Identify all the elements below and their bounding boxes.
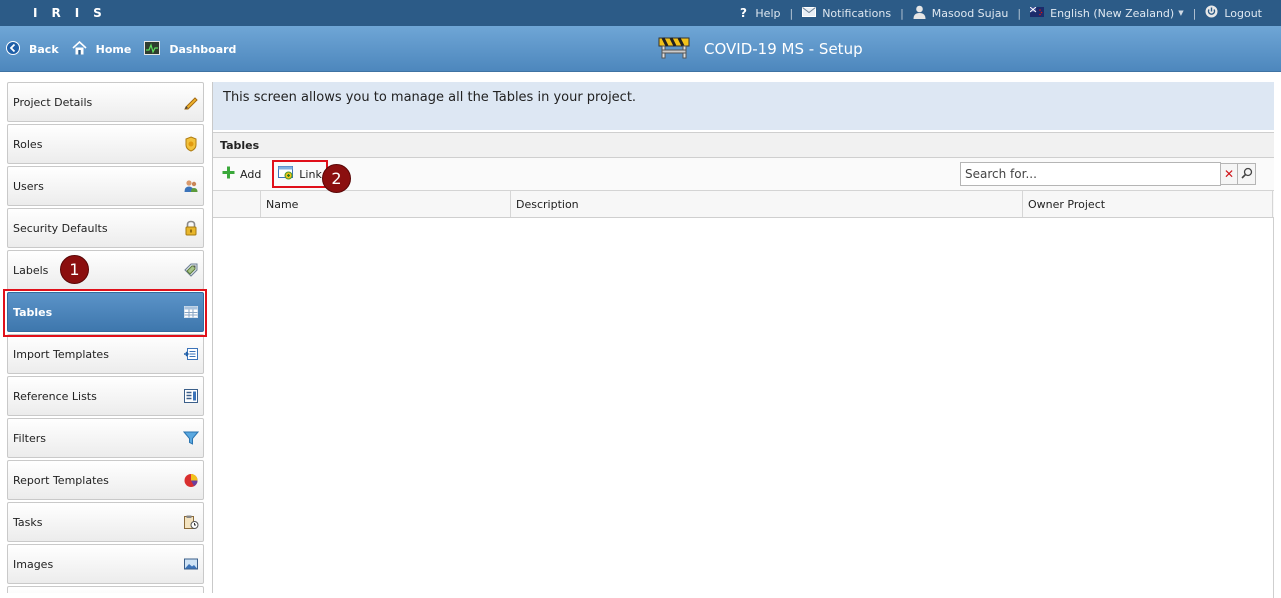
tables-grid [213, 218, 1274, 598]
sidebar-item-label: Labels [13, 263, 49, 277]
sidebar-item-label: Tables [13, 305, 53, 319]
language-select[interactable]: English (New Zealand) ▼ [1021, 6, 1192, 20]
column-description[interactable]: Description [511, 191, 1023, 217]
sidebar-item-label: Import Templates [13, 347, 109, 361]
info-banner: This screen allows you to manage all the… [213, 82, 1274, 130]
search-button[interactable] [1238, 163, 1256, 185]
add-label: Add [240, 167, 262, 181]
sidebar-item-security-defaults[interactable]: Security Defaults [7, 208, 204, 248]
dashboard-label: Dashboard [169, 42, 237, 56]
sidebar-item-reference-lists[interactable]: Reference Lists [7, 376, 204, 416]
header-bar: Back Home Dashboard COVID-19 MS - Setup [0, 26, 1281, 72]
home-icon [72, 40, 87, 58]
logout-link[interactable]: Logout [1196, 5, 1271, 21]
sidebar-item-label: Report Templates [13, 473, 109, 487]
table-header: Name Description Owner Project [213, 191, 1274, 218]
annotation-badge-1: 1 [60, 255, 89, 284]
tables-toolbar: Add Link ✕ [213, 158, 1274, 191]
sidebar-item-label: Tasks [13, 515, 43, 529]
back-button[interactable]: Back [6, 40, 59, 58]
sidebar-item-tasks[interactable]: Tasks [7, 502, 204, 542]
image-icon [183, 556, 199, 572]
sidebar-item-label: Filters [13, 431, 46, 445]
sidebar-item-label: Images [13, 557, 54, 571]
sidebar-item-label: Reference Lists [13, 389, 97, 403]
sidebar-item-roles[interactable]: Roles [7, 124, 204, 164]
back-arrow-icon [6, 40, 20, 58]
svg-text:?: ? [740, 6, 747, 18]
column-owner-project[interactable]: Owner Project [1023, 191, 1273, 217]
panel-title: Tables [213, 132, 1274, 158]
notifications-link[interactable]: Notifications [793, 6, 900, 20]
sidebar-item-label: Project Details [13, 95, 93, 109]
funnel-icon [182, 430, 200, 446]
user-menu[interactable]: Masood Sujau [904, 5, 1018, 22]
search-bar: ✕ [960, 162, 1256, 186]
power-icon [1205, 5, 1218, 21]
sidebar-item-more[interactable] [7, 586, 204, 593]
main-content: This screen allows you to manage all the… [212, 82, 1274, 598]
sidebar-item-label: Security Defaults [13, 221, 108, 235]
dashboard-icon [144, 40, 161, 58]
logout-label: Logout [1224, 6, 1262, 20]
help-link[interactable]: ? Help [730, 6, 789, 21]
setup-sidebar: Project Details Roles Users Security Def… [7, 82, 204, 593]
page-title: COVID-19 MS - Setup [658, 26, 863, 72]
sidebar-item-users[interactable]: Users [7, 166, 204, 206]
home-button[interactable]: Home [72, 40, 132, 58]
link-label: Link [299, 167, 322, 181]
link-button[interactable]: Link [272, 160, 328, 188]
sidebar-item-import-templates[interactable]: Import Templates [7, 334, 204, 374]
chevron-down-icon: ▼ [1178, 9, 1184, 17]
table-icon [183, 304, 199, 320]
sidebar-item-project-details[interactable]: Project Details [7, 82, 204, 122]
dashboard-button[interactable]: Dashboard [144, 40, 237, 58]
import-icon [183, 346, 199, 362]
reference-list-icon [183, 388, 199, 404]
user-icon [913, 5, 926, 22]
clear-search-button[interactable]: ✕ [1221, 163, 1238, 185]
user-name: Masood Sujau [931, 6, 1009, 20]
sidebar-item-label: Roles [13, 137, 43, 151]
column-name[interactable]: Name [261, 191, 511, 217]
app-logo: IRIS [33, 6, 116, 20]
header-nav: Back Home Dashboard [6, 26, 249, 72]
annotation-badge-2: 2 [322, 164, 351, 193]
lock-icon [183, 220, 199, 236]
sidebar-item-filters[interactable]: Filters [7, 418, 204, 458]
users-icon [183, 178, 199, 194]
sidebar-item-images[interactable]: Images [7, 544, 204, 584]
clipboard-clock-icon [183, 514, 199, 530]
home-label: Home [95, 42, 132, 56]
construction-barrier-icon [658, 35, 690, 63]
column-select [213, 191, 261, 217]
page-title-text: COVID-19 MS - Setup [704, 40, 863, 58]
question-icon: ? [739, 6, 749, 21]
top-bar: IRIS ? Help | Notifications | Masood Suj… [0, 0, 1281, 26]
search-icon [1240, 167, 1253, 182]
sidebar-item-label: Users [13, 179, 44, 193]
language-label: English (New Zealand) [1050, 6, 1175, 20]
back-label: Back [29, 42, 59, 56]
add-button[interactable]: Add [219, 160, 264, 188]
nz-flag-icon [1029, 6, 1045, 20]
help-label: Help [755, 6, 781, 20]
sidebar-item-labels[interactable]: Labels [7, 250, 204, 290]
envelope-icon [802, 6, 817, 20]
link-table-icon [278, 165, 294, 183]
top-nav: ? Help | Notifications | Masood Sujau | … [730, 0, 1271, 26]
sidebar-item-tables[interactable]: Tables [7, 292, 204, 332]
pencil-icon [183, 94, 199, 110]
badge-icon [183, 136, 199, 152]
search-input[interactable] [960, 162, 1221, 186]
sidebar-item-report-templates[interactable]: Report Templates [7, 460, 204, 500]
notifications-label: Notifications [822, 6, 892, 20]
plus-icon [222, 166, 235, 182]
label-tags-icon [183, 262, 199, 278]
pie-chart-icon [183, 472, 199, 488]
